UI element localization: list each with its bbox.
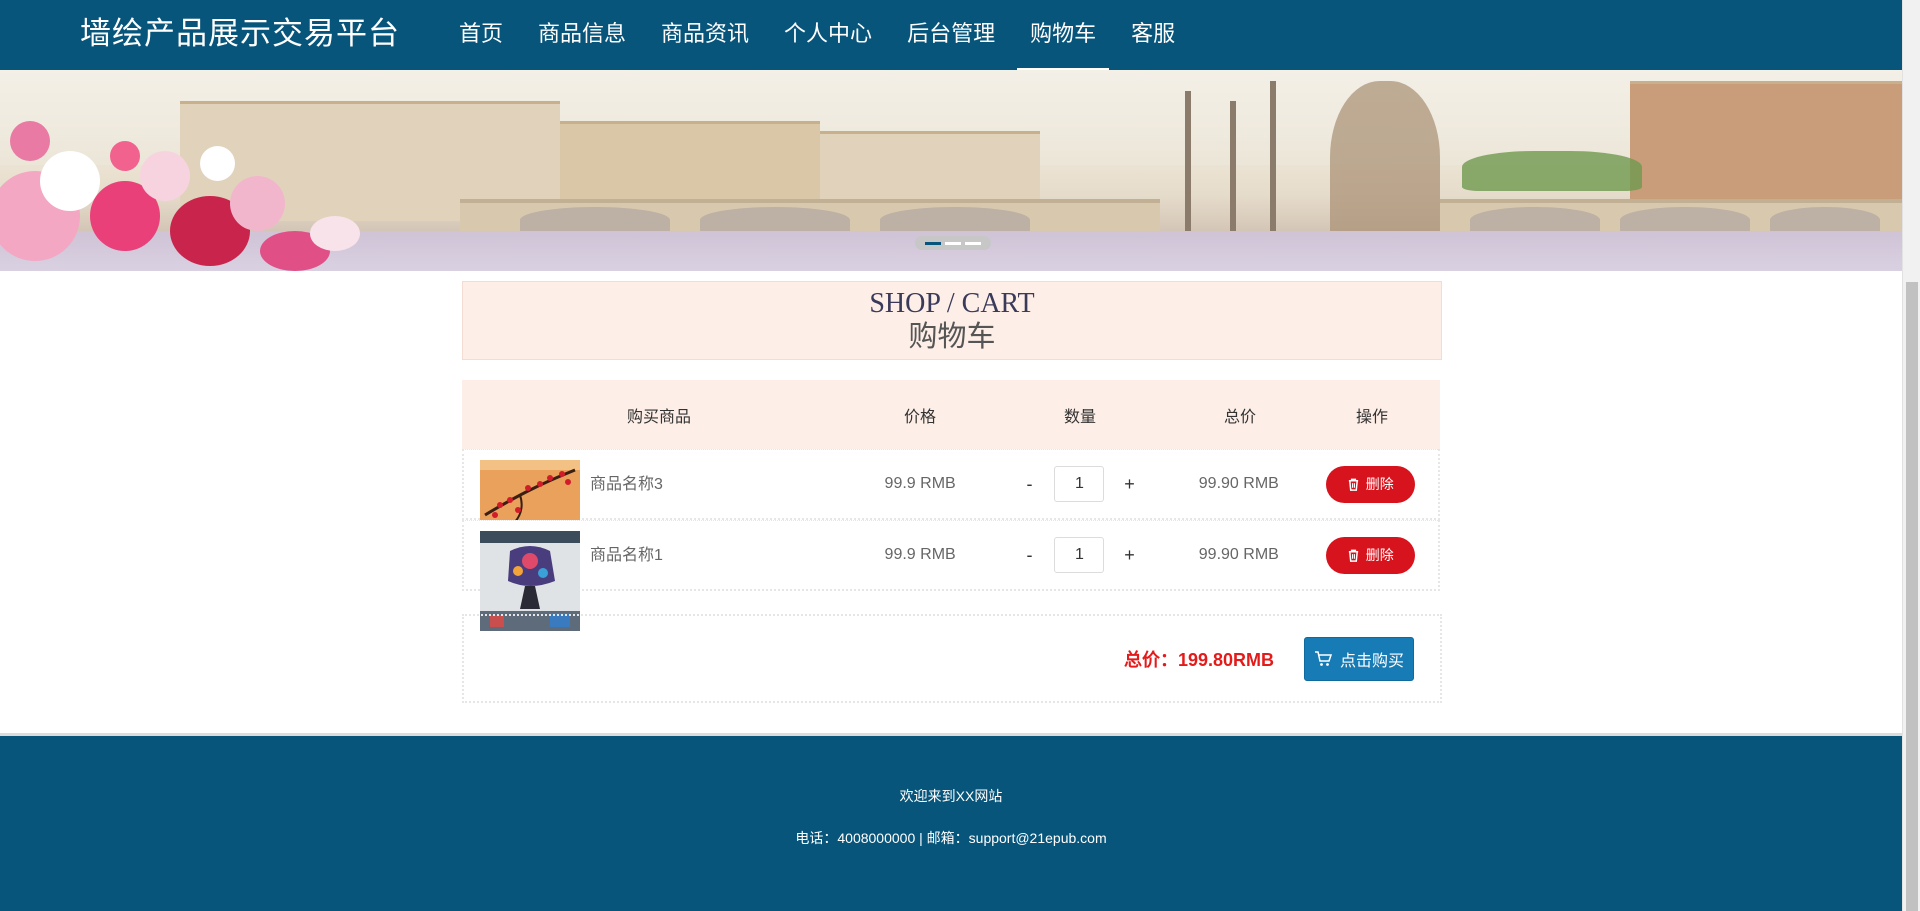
section-title: SHOP / CART 购物车: [462, 281, 1442, 360]
nav-profile[interactable]: 个人中心: [771, 0, 885, 70]
banner-statue: [1330, 81, 1440, 251]
cart-total: 总价：199.80RMB: [1123, 650, 1274, 670]
cart-icon: [1314, 651, 1332, 666]
banner-lamp: [1185, 91, 1191, 231]
row-total: 99.90 RMB: [1198, 475, 1279, 492]
top-header: 墙绘产品展示交易平台 首页 商品信息 商品资讯 个人中心 后台管理 购物车 客服: [0, 0, 1902, 70]
action-cell: 删除: [1303, 465, 1438, 503]
delete-button[interactable]: 删除: [1325, 536, 1415, 574]
table-row: 商品名称1 99.9 RMB - + 99.90 RMB 删除: [462, 520, 1440, 631]
nav-products[interactable]: 商品信息: [525, 0, 639, 70]
slider-dot[interactable]: [945, 241, 961, 245]
cart-summary: 总价：199.80RMB 点击购买: [462, 614, 1442, 703]
banner-trees: [1462, 151, 1642, 191]
page-footer: 欢迎来到XX网站 电话：4008000000 | 邮箱：support@21ep…: [0, 733, 1902, 911]
col-header-action: 操作: [1355, 408, 1388, 426]
page-scrollbar[interactable]: [1902, 0, 1920, 911]
product-price: 99.9 RMB: [884, 546, 956, 563]
action-cell: 删除: [1303, 536, 1438, 574]
buy-label: 点击购买: [1339, 653, 1404, 670]
col-header-price: 价格: [903, 408, 936, 426]
nav-news[interactable]: 商品资讯: [648, 0, 762, 70]
decrease-button[interactable]: -: [1016, 474, 1042, 495]
quantity-input[interactable]: [1054, 537, 1105, 573]
quantity-stepper: - +: [984, 466, 1175, 502]
slider-dots: [915, 236, 991, 250]
col-header-product: 购买商品: [626, 408, 691, 426]
bridge-arch: [1470, 207, 1600, 233]
quantity-stepper: - +: [984, 537, 1175, 573]
nav-support[interactable]: 客服: [1118, 0, 1188, 70]
bridge-arch: [880, 207, 1030, 233]
nav-cart[interactable]: 购物车: [1017, 0, 1110, 70]
table-row: 商品名称3 99.9 RMB - + 99.90 RMB 删除: [462, 449, 1440, 530]
banner-flowers: [0, 71, 600, 271]
product-cell: 商品名称3: [464, 450, 856, 530]
delete-label: 删除: [1365, 547, 1394, 563]
table-header: 购买商品 价格 数量 总价 操作: [462, 380, 1440, 449]
col-header-quantity: 数量: [1063, 408, 1096, 426]
nav-admin[interactable]: 后台管理: [894, 0, 1008, 70]
decrease-button[interactable]: -: [1016, 545, 1042, 566]
cart-table: 购买商品 价格 数量 总价 操作 商品名称3 99.9 RMB - +: [462, 380, 1440, 631]
trash-icon: [1348, 478, 1358, 491]
bridge-arch: [1620, 207, 1750, 233]
increase-button[interactable]: +: [1116, 474, 1142, 495]
product-name[interactable]: 商品名称3: [590, 470, 663, 494]
delete-button[interactable]: 删除: [1325, 465, 1415, 503]
scrollbar-thumb[interactable]: [1906, 282, 1918, 911]
slider-dot[interactable]: [925, 241, 941, 245]
banner-lamp: [1230, 101, 1236, 231]
buy-button[interactable]: 点击购买: [1304, 637, 1414, 681]
trash-icon: [1348, 549, 1358, 562]
row-total: 99.90 RMB: [1198, 546, 1279, 563]
site-logo[interactable]: 墙绘产品展示交易平台: [80, 14, 400, 54]
section-title-en: SHOP / CART: [869, 288, 1035, 319]
product-name[interactable]: 商品名称1: [590, 541, 663, 565]
hero-banner: [0, 70, 1902, 271]
delete-label: 删除: [1365, 476, 1394, 492]
nav-home[interactable]: 首页: [446, 0, 516, 70]
quantity-input[interactable]: [1054, 466, 1105, 502]
main-nav: 首页 商品信息 商品资讯 个人中心 后台管理 购物车 客服: [446, 0, 1197, 70]
bridge-arch: [1770, 207, 1880, 233]
slider-dot[interactable]: [965, 241, 981, 245]
increase-button[interactable]: +: [1116, 545, 1142, 566]
product-cell: 商品名称1: [464, 521, 856, 631]
col-header-total: 总价: [1223, 408, 1256, 426]
section-title-cn: 购物车: [908, 321, 996, 353]
product-price: 99.9 RMB: [884, 475, 956, 492]
bridge-arch: [700, 207, 850, 233]
footer-welcome: 欢迎来到XX网站: [899, 788, 1003, 804]
banner-lamp: [1270, 81, 1276, 231]
footer-contact: 电话：4008000000 | 邮箱：support@21epub.com: [795, 830, 1107, 846]
